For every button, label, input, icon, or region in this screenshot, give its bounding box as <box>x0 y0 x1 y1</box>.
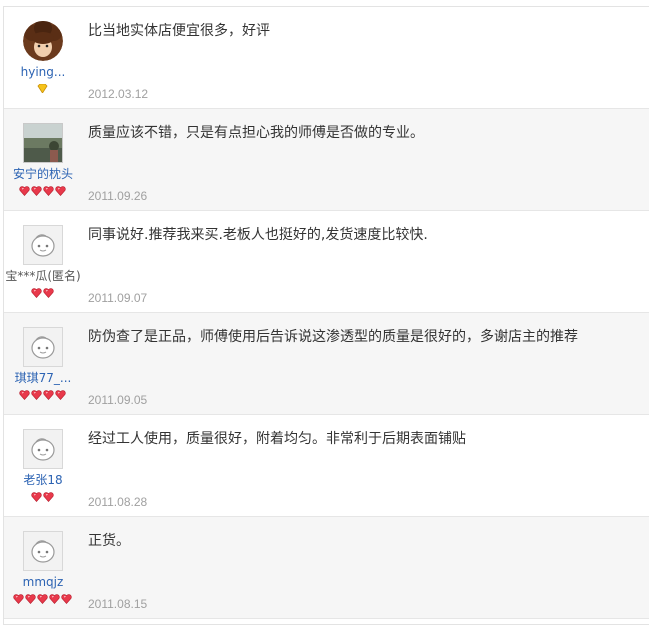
rank-badge <box>4 84 80 96</box>
avatar[interactable] <box>23 225 63 265</box>
diamond-icon <box>36 84 48 93</box>
heart-icon <box>54 390 66 400</box>
review-date: 2011.09.07 <box>88 291 148 305</box>
heart-icon <box>36 594 48 604</box>
review-date: 2011.09.26 <box>88 189 148 203</box>
reviewer-name[interactable]: 安宁的枕头 <box>0 166 88 182</box>
review-item: 琪琪77_... 防伪查了是正品，师傅使用后告诉说这渗透型的质量是很好的，多谢店… <box>4 313 649 415</box>
review-text: 质量应该不错，只是有点担心我的师傅是否做的专业。 <box>88 125 424 141</box>
rank-badge <box>4 492 80 504</box>
review-item: 安宁的枕头 质量应该不错，只是有点担心我的师傅是否做的专业。 2011.09.2… <box>4 109 649 211</box>
reviewer: 琪琪77_... <box>4 313 80 414</box>
heart-icon <box>18 186 30 196</box>
review-date: 2011.09.05 <box>88 393 148 407</box>
rank-badge <box>4 390 80 402</box>
heart-icon <box>42 288 54 298</box>
heart-icon <box>30 492 42 502</box>
heart-icon <box>42 390 54 400</box>
reviewer-name[interactable]: mmqjz <box>0 574 88 590</box>
heart-icon <box>12 594 24 604</box>
reviewer: hying... <box>4 7 80 108</box>
review-item: 老张18 经过工人使用，质量很好，附着均匀。非常利于后期表面铺贴 2011.08… <box>4 415 649 517</box>
review-date: 2011.08.28 <box>88 495 148 509</box>
rank-badge <box>4 288 80 300</box>
avatar[interactable] <box>23 429 63 469</box>
avatar[interactable] <box>23 21 63 61</box>
review-text: 正货。 <box>88 533 130 549</box>
heart-icon <box>24 594 36 604</box>
avatar[interactable] <box>23 123 63 163</box>
heart-icon <box>30 390 42 400</box>
heart-icon <box>30 288 42 298</box>
heart-icon <box>42 492 54 502</box>
reviewer-name[interactable]: 琪琪77_... <box>0 370 88 386</box>
reviewer: 老张18 <box>4 415 80 516</box>
heart-icon <box>60 594 72 604</box>
rank-badge <box>4 594 80 606</box>
heart-icon <box>18 390 30 400</box>
heart-icon <box>48 594 60 604</box>
rank-badge <box>4 186 80 198</box>
heart-icon <box>54 186 66 196</box>
review-text: 经过工人使用，质量很好，附着均匀。非常利于后期表面铺贴 <box>88 431 466 447</box>
avatar[interactable] <box>23 531 63 571</box>
avatar[interactable] <box>23 327 63 367</box>
review-date: 2011.08.15 <box>88 597 148 611</box>
review-text: 防伪查了是正品，师傅使用后告诉说这渗透型的质量是很好的，多谢店主的推荐 <box>88 329 578 345</box>
reviewer: 安宁的枕头 <box>4 109 80 210</box>
reviewer: mmqjz <box>4 517 80 618</box>
review-item: hying... 比当地实体店便宜很多，好评 2012.03.12 <box>4 7 649 109</box>
reviewer-name[interactable]: 老张18 <box>0 472 88 488</box>
review-date: 2012.03.12 <box>88 87 149 101</box>
review-item: mmqjz 正货。 2011.08.15 <box>4 517 649 619</box>
review-text: 比当地实体店便宜很多，好评 <box>88 23 270 39</box>
heart-icon <box>42 186 54 196</box>
reviewer-name: 宝***瓜(匿名) <box>5 269 81 283</box>
reviewer-name[interactable]: hying... <box>0 64 88 80</box>
review-text: 同事说好.推荐我来买.老板人也挺好的,发货速度比较快. <box>88 227 428 243</box>
review-item: 宝***瓜(匿名) 同事说好.推荐我来买.老板人也挺好的,发货速度比较快. 20… <box>4 211 649 313</box>
reviewer: 宝***瓜(匿名) <box>4 211 81 312</box>
heart-icon <box>30 186 42 196</box>
